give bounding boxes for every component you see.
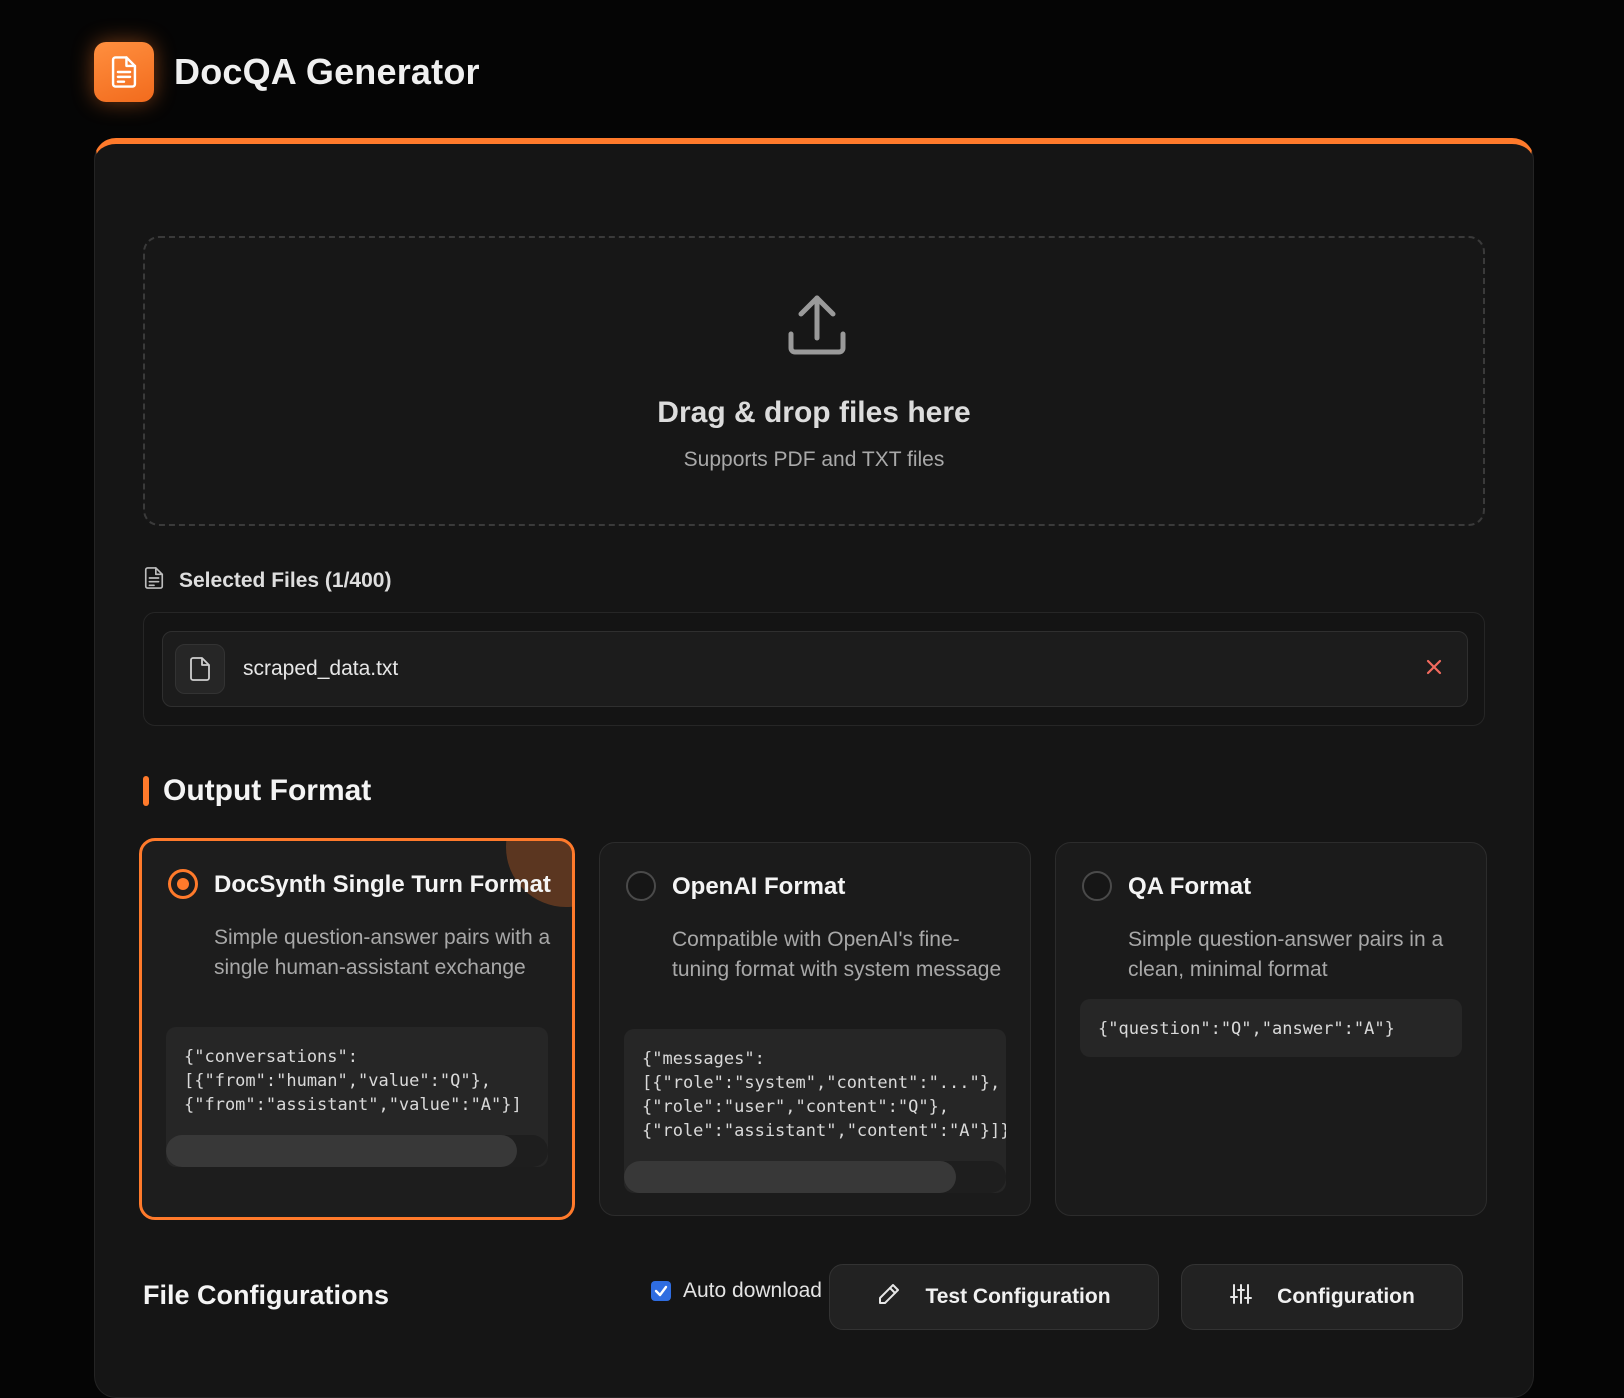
scrollbar-thumb[interactable] [624,1161,957,1193]
file-dropzone[interactable]: Drag & drop files here Supports PDF and … [143,236,1485,526]
output-format-title: Output Format [163,774,372,807]
horizontal-scrollbar[interactable] [624,1161,1006,1193]
upload-icon [785,294,849,363]
selected-files-heading: Selected Files (1/400) [143,566,391,595]
file-icon [175,644,225,694]
auto-download-checkbox[interactable] [651,1281,671,1301]
document-icon [94,42,154,102]
radio-qa[interactable] [1082,871,1112,901]
code-example[interactable]: {"messages": [{"role":"system","content"… [624,1029,1006,1193]
checkmark-icon [654,1285,668,1297]
auto-download-toggle[interactable]: Auto download [651,1279,822,1303]
code-example-text: {"question":"Q","answer":"A"} [1098,1019,1395,1039]
code-example-text: {"messages": [{"role":"system","content"… [642,1049,1006,1141]
test-configuration-label: Test Configuration [925,1285,1111,1308]
card-title: DocSynth Single Turn Format [214,871,551,898]
app-title: DocQA Generator [174,51,480,92]
configuration-label: Configuration [1277,1285,1415,1308]
configuration-button[interactable]: Configuration [1181,1264,1463,1330]
card-description: Compatible with OpenAI's fine-tuning for… [672,928,1002,981]
scrollbar-thumb[interactable] [166,1135,518,1167]
format-card-docsynth[interactable]: DocSynth Single Turn Format Simple quest… [139,838,575,1220]
selected-files-list: scraped_data.txt [143,612,1485,726]
format-card-openai[interactable]: OpenAI Format Compatible with OpenAI's f… [599,842,1031,1216]
app-header: DocQA Generator [94,42,480,102]
sliders-icon [1229,1282,1253,1312]
list-item: scraped_data.txt [162,631,1468,707]
radio-openai[interactable] [626,871,656,901]
main-panel: Drag & drop files here Supports PDF and … [94,138,1534,1398]
format-card-qa[interactable]: QA Format Simple question-answer pairs i… [1055,842,1487,1216]
accent-bar [143,776,149,806]
card-title: OpenAI Format [672,873,846,900]
pencil-icon [877,1282,901,1312]
code-example[interactable]: {"question":"Q","answer":"A"} [1080,999,1462,1057]
test-configuration-button[interactable]: Test Configuration [829,1264,1159,1330]
radio-docsynth[interactable] [168,869,198,899]
code-example[interactable]: {"conversations": [{"from":"human","valu… [166,1027,548,1167]
close-icon [1425,658,1443,681]
remove-file-button[interactable] [1417,652,1451,686]
horizontal-scrollbar[interactable] [166,1135,548,1167]
dropzone-title: Drag & drop files here [657,396,971,429]
card-description: Simple question-answer pairs in a clean,… [1128,928,1444,981]
card-title: QA Format [1128,873,1252,900]
file-name: scraped_data.txt [243,657,399,680]
file-configurations-title: File Configurations [143,1280,389,1310]
dropzone-subtitle: Supports PDF and TXT files [683,448,945,471]
code-example-text: {"conversations": [{"from":"human","valu… [184,1047,522,1115]
selected-files-label: Selected Files (1/400) [179,568,392,592]
auto-download-label: Auto download [683,1279,822,1302]
output-format-heading: Output Format [143,774,371,808]
card-description: Simple question-answer pairs with a sing… [214,926,551,979]
file-list-icon [143,566,165,595]
